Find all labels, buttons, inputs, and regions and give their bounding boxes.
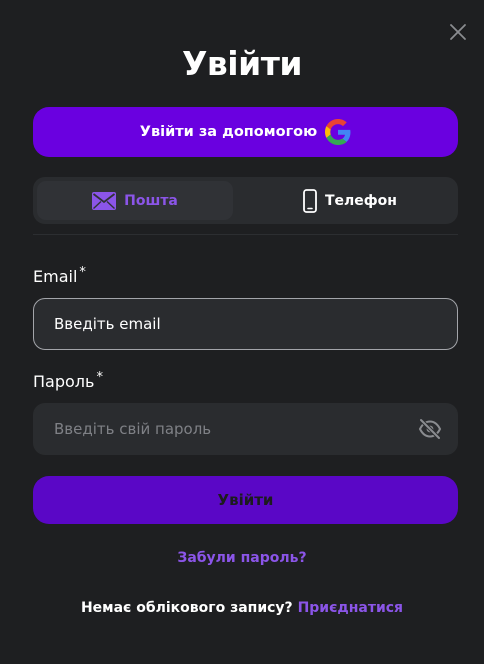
- tab-email[interactable]: Пошта: [37, 181, 233, 220]
- divider: [33, 234, 458, 235]
- required-mark: *: [79, 265, 86, 280]
- password-label: Пароль *: [33, 370, 103, 391]
- email-label: Email *: [33, 265, 86, 286]
- close-icon[interactable]: [448, 22, 468, 42]
- email-label-text: Email: [33, 267, 78, 286]
- modal-title: Увійти: [181, 44, 303, 83]
- tab-phone[interactable]: Телефон: [247, 181, 453, 220]
- required-mark: *: [96, 370, 103, 385]
- password-label-text: Пароль: [33, 372, 95, 391]
- google-login-button[interactable]: Увійти за допомогою: [33, 107, 458, 157]
- tab-email-label: Пошта: [124, 192, 178, 209]
- google-icon: [325, 119, 351, 145]
- no-account-text: Немає облікового запису?: [80, 600, 293, 616]
- login-submit-button[interactable]: Увійти: [33, 476, 458, 524]
- mail-icon: [92, 191, 117, 210]
- eye-off-icon[interactable]: [418, 418, 442, 440]
- login-method-tabs: Пошта Телефон: [33, 177, 458, 224]
- signup-prompt: Немає облікового запису? Приєднатися: [0, 600, 484, 616]
- email-field[interactable]: [33, 298, 458, 350]
- signup-link[interactable]: Приєднатися: [298, 600, 404, 616]
- phone-icon: [303, 188, 317, 213]
- login-modal: Увійти Увійти за допомогою Пошта Телефон: [0, 0, 484, 664]
- forgot-password-link[interactable]: Забули пароль?: [0, 550, 484, 566]
- tab-phone-label: Телефон: [325, 192, 397, 209]
- password-field[interactable]: [33, 403, 458, 455]
- google-login-label: Увійти за допомогою: [139, 124, 318, 140]
